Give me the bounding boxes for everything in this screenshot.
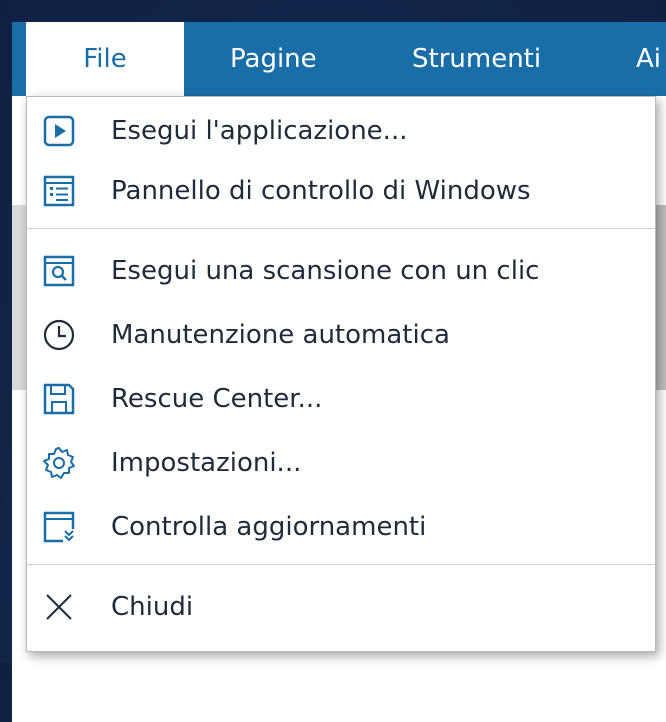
menu-item-label: Rescue Center... (111, 384, 323, 414)
menu-bar: File Pagine Strumenti Ai (12, 22, 666, 96)
menu-item-label: Esegui l'applicazione... (111, 116, 408, 146)
scan-icon (41, 253, 77, 289)
menu-item-label: Controlla aggiornamenti (111, 512, 427, 542)
gear-icon (41, 445, 77, 481)
menu-item-one-click-scan[interactable]: Esegui una scansione con un clic (27, 245, 655, 297)
menu-item-rescue-center[interactable]: Rescue Center... (27, 373, 655, 425)
menu-item-settings[interactable]: Impostazioni... (27, 437, 655, 489)
file-menu-dropdown: Esegui l'applicazione... Pannello di con… (26, 96, 656, 652)
update-icon (41, 509, 77, 545)
menu-item-label: Pannello di controllo di Windows (111, 176, 531, 206)
window-background-panel-right (656, 205, 666, 390)
clock-icon (41, 317, 77, 353)
menu-item-auto-maintenance[interactable]: Manutenzione automatica (27, 309, 655, 361)
menu-item-label: Impostazioni... (111, 448, 302, 478)
menu-file[interactable]: File (26, 22, 184, 96)
menu-item-check-updates[interactable]: Controlla aggiornamenti (27, 501, 655, 553)
menu-strumenti[interactable]: Strumenti (412, 22, 541, 96)
window-background-panel (12, 205, 26, 390)
menu-item-label: Chiudi (111, 592, 194, 622)
close-icon (41, 589, 77, 625)
save-icon (41, 381, 77, 417)
menu-separator (27, 228, 655, 229)
control-panel-icon (41, 173, 77, 209)
menu-item-label: Esegui una scansione con un clic (111, 256, 540, 286)
menu-item-control-panel[interactable]: Pannello di controllo di Windows (27, 165, 655, 217)
menu-ai[interactable]: Ai (636, 22, 661, 96)
play-icon (41, 113, 77, 149)
menu-item-run-app[interactable]: Esegui l'applicazione... (27, 105, 655, 157)
menu-separator (27, 564, 655, 565)
menu-item-label: Manutenzione automatica (111, 320, 450, 350)
menu-pagine[interactable]: Pagine (230, 22, 317, 96)
menu-item-close[interactable]: Chiudi (27, 581, 655, 633)
